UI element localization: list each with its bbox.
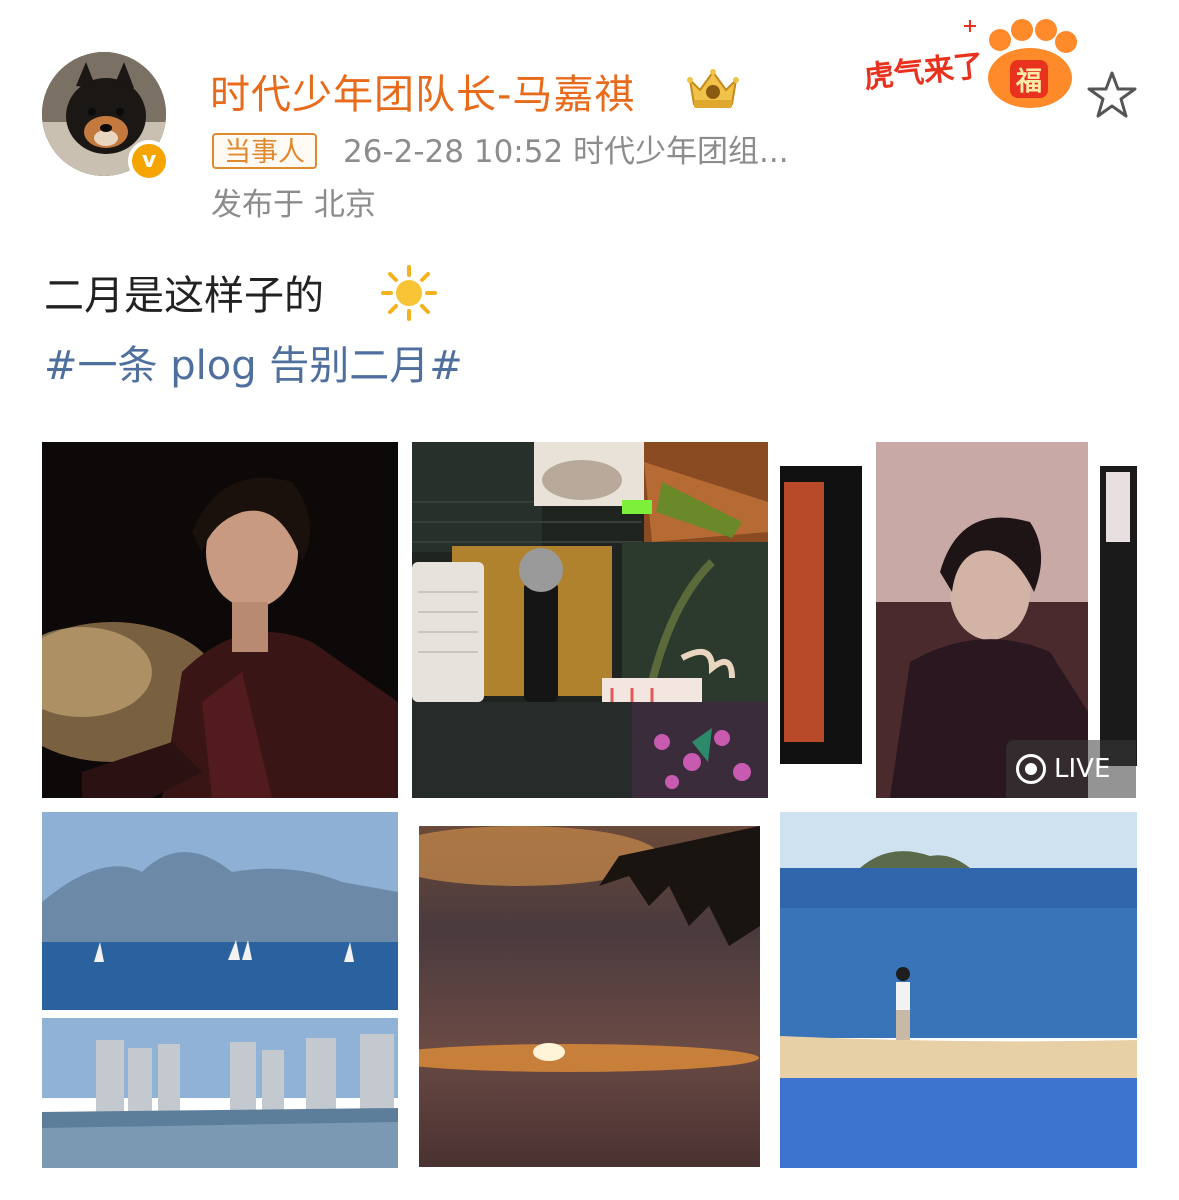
favorite-star-icon[interactable] [1084, 68, 1140, 124]
photo-beach-person[interactable] [780, 812, 1137, 1168]
hashtag-link[interactable]: #一条 plog 告别二月# [44, 340, 463, 392]
verified-badge-icon: v [128, 140, 170, 182]
post-location: 发布于 北京 [211, 187, 376, 223]
live-photo-badge[interactable]: LIVE [1006, 740, 1136, 798]
post-text: 二月是这样子的 [44, 273, 324, 319]
photo-sunset[interactable] [419, 826, 760, 1167]
sun-emoji-icon [380, 264, 438, 322]
participant-tag: 当事人 [212, 133, 317, 169]
username[interactable]: 时代少年团队长-马嘉祺 [210, 62, 635, 120]
photo-sea-city[interactable] [42, 812, 398, 1168]
photo-collage[interactable] [412, 442, 768, 798]
tiger-paw-event-badge[interactable]: 虎气来了 福 [860, 14, 1080, 110]
event-badge-text: 虎气来了 [862, 49, 985, 94]
paw-icon: 福 [988, 19, 1077, 108]
live-icon [1016, 754, 1046, 784]
fu-character: 福 [1015, 66, 1042, 96]
live-label: LIVE [1054, 754, 1111, 784]
crown-icon[interactable] [686, 66, 740, 110]
post-meta[interactable]: 26-2-28 10:52 时代少年团组... [343, 133, 789, 171]
photo-portrait-leather-jacket[interactable] [42, 442, 398, 798]
